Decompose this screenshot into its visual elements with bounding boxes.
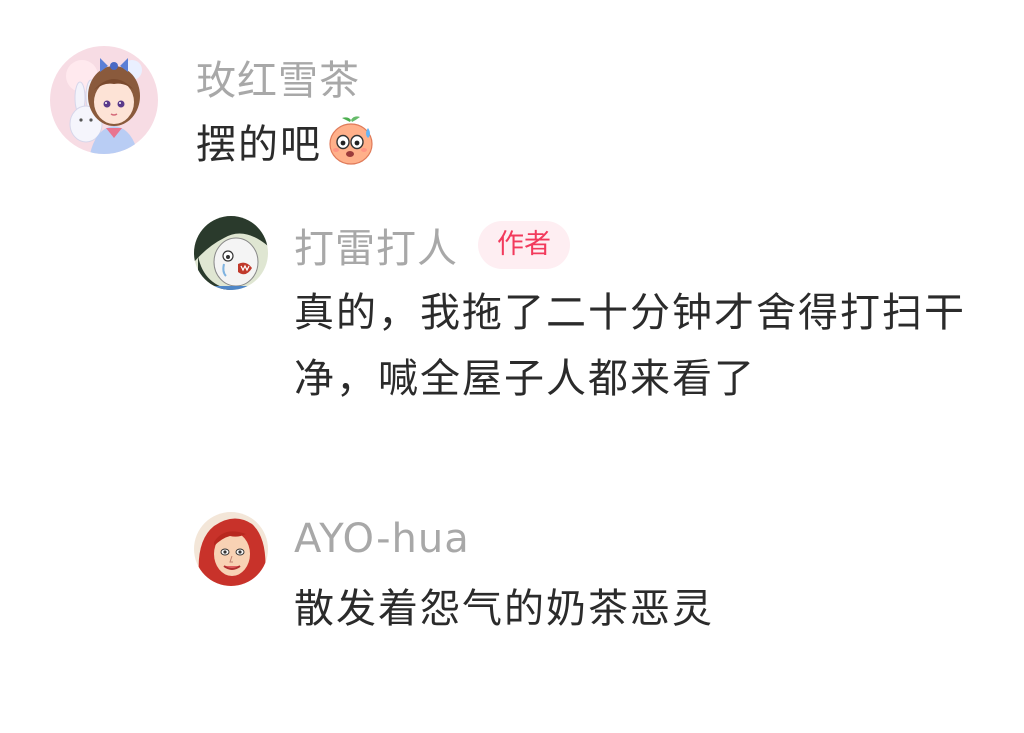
comment-item: 玫红雪茶 摆的吧 <box>50 46 378 178</box>
user-avatar[interactable] <box>194 216 268 290</box>
sweating-peach-face-icon <box>324 114 378 168</box>
comment-text: 真的，我拖了二十分钟才舍得打扫干 净，喊全屋子人都来看了 <box>294 280 966 412</box>
reply-item: 打雷打人 作者 真的，我拖了二十分钟才舍得打扫干 净，喊全屋子人都来看了 <box>194 216 966 412</box>
author-badge: 作者 <box>478 221 570 269</box>
username[interactable]: AYO-hua <box>294 516 470 562</box>
username[interactable]: 打雷打人 <box>294 216 458 274</box>
cartoon-character-avatar-icon <box>194 216 268 290</box>
user-avatar[interactable] <box>194 512 268 586</box>
user-avatar[interactable] <box>50 46 158 154</box>
comment-text-line: 真的，我拖了二十分钟才舍得打扫干 <box>294 290 966 336</box>
comment-text: 摆的吧 <box>196 112 378 178</box>
reply-item: AYO-hua 散发着怨气的奶茶恶灵 <box>194 512 714 642</box>
comment-text-content: 摆的吧 <box>196 122 322 168</box>
anime-girl-avatar-icon <box>50 46 158 154</box>
red-haired-girl-avatar-icon <box>194 512 268 586</box>
comment-thread: 玫红雪茶 摆的吧 打雷打人 作者 真的，我拖了二十分钟才舍得打扫干 净，喊全屋子… <box>0 0 1024 733</box>
comment-text: 散发着怨气的奶茶恶灵 <box>294 586 714 632</box>
comment-text-line: 净，喊全屋子人都来看了 <box>294 356 756 402</box>
username[interactable]: 玫红雪茶 <box>196 48 360 106</box>
